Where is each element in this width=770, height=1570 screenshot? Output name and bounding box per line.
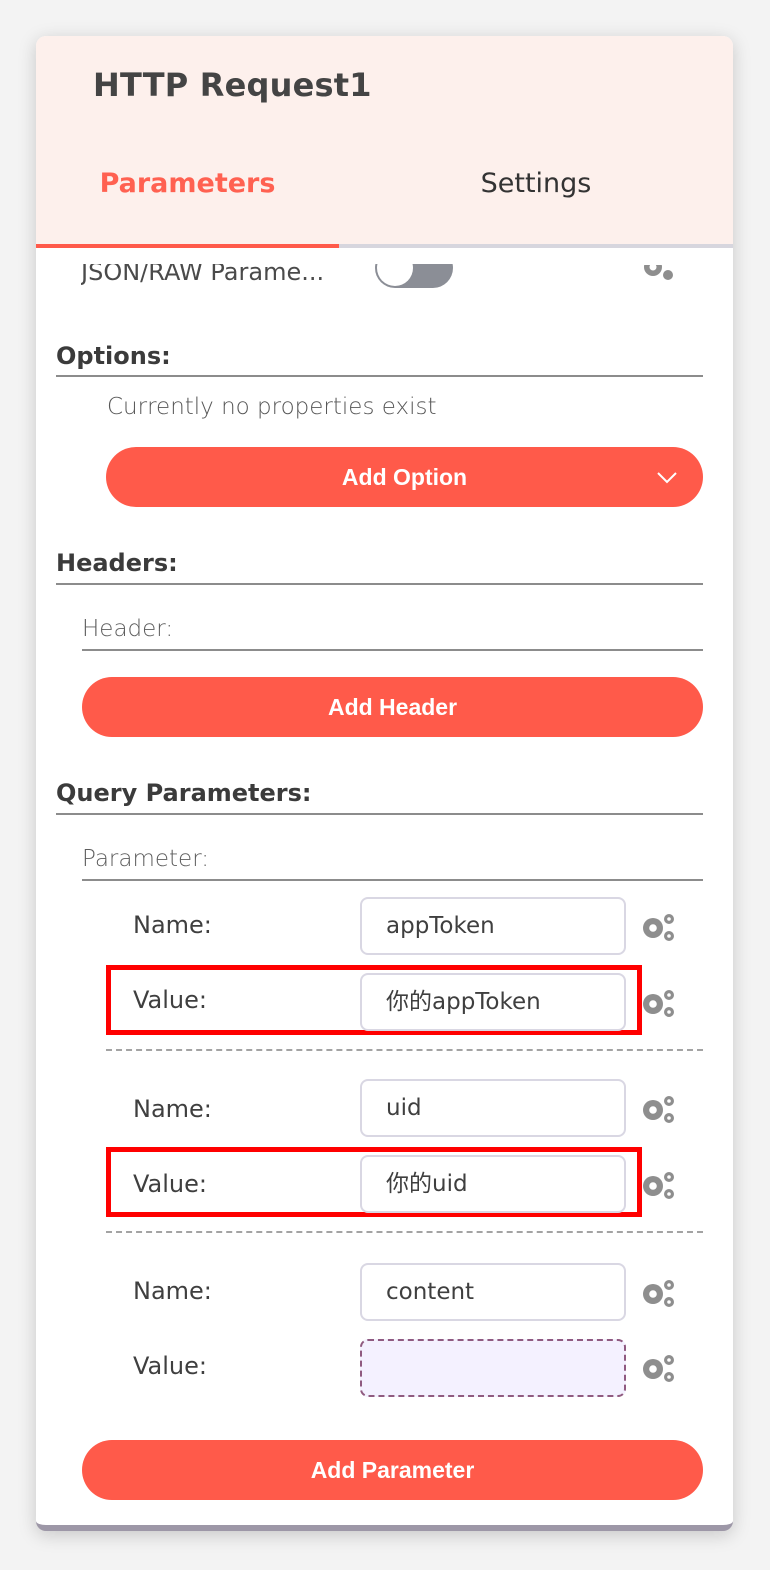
param-name-input[interactable]: appToken: [360, 897, 626, 955]
param-value-label: Value:: [133, 1352, 207, 1380]
panel-header: HTTP Request1 Parameters Settings: [36, 36, 733, 248]
gears-icon[interactable]: [640, 1277, 676, 1309]
query-parameters-divider: [56, 813, 703, 815]
gears-icon[interactable]: [640, 1093, 676, 1125]
options-divider: [56, 375, 703, 377]
headers-label: Headers:: [56, 549, 178, 577]
query-parameters-label: Query Parameters:: [56, 779, 312, 807]
node-settings-panel: HTTP Request1 Parameters Settings JSON/R…: [36, 36, 733, 1531]
param-value-label: Value:: [133, 1170, 207, 1198]
param-value-input[interactable]: 你的appToken: [360, 973, 626, 1031]
add-parameter-button[interactable]: Add Parameter: [82, 1440, 703, 1500]
options-label: Options:: [56, 342, 171, 370]
tab-settings[interactable]: Settings: [339, 164, 733, 204]
param-name-input[interactable]: uid: [360, 1079, 626, 1137]
gears-icon[interactable]: [640, 911, 676, 943]
gears-icon[interactable]: [640, 1169, 676, 1201]
param-name-label: Name:: [133, 1095, 212, 1123]
add-header-button[interactable]: Add Header: [82, 677, 703, 737]
json-raw-toggle[interactable]: [375, 264, 453, 288]
param-value-input[interactable]: 你的uid: [360, 1155, 626, 1213]
header-divider: [82, 649, 703, 651]
param-value-input[interactable]: [360, 1339, 626, 1397]
add-parameter-label: Add Parameter: [310, 1456, 475, 1483]
param-name-input[interactable]: content: [360, 1263, 626, 1321]
parameter-separator: [106, 1049, 703, 1051]
gears-icon[interactable]: [640, 987, 676, 1019]
param-name-label: Name:: [133, 911, 212, 939]
parameter-sub-label: Parameter:: [82, 846, 210, 872]
active-tab-indicator: [36, 244, 339, 248]
gears-icon[interactable]: [640, 265, 676, 289]
tab-parameters[interactable]: Parameters: [36, 164, 339, 204]
gears-icon[interactable]: [640, 1352, 676, 1384]
headers-divider: [56, 583, 703, 585]
param-value-label: Value:: [133, 986, 207, 1014]
parameter-separator: [106, 1231, 703, 1233]
json-raw-parameters-label: JSON/RAW Parame...: [81, 264, 325, 286]
param-name-label: Name:: [133, 1277, 212, 1305]
add-header-label: Add Header: [327, 693, 458, 720]
node-title[interactable]: HTTP Request1: [93, 66, 372, 104]
toggle-knob: [377, 264, 413, 286]
json-raw-parameters-row: JSON/RAW Parame...: [81, 264, 681, 300]
add-option-button[interactable]: Add Option: [106, 447, 703, 507]
parameter-divider: [82, 879, 703, 881]
add-option-label: Add Option: [341, 463, 468, 490]
header-sub-label: Header:: [82, 616, 174, 642]
chevron-down-icon: [657, 472, 677, 484]
options-empty-message: Currently no properties exist: [107, 394, 437, 420]
